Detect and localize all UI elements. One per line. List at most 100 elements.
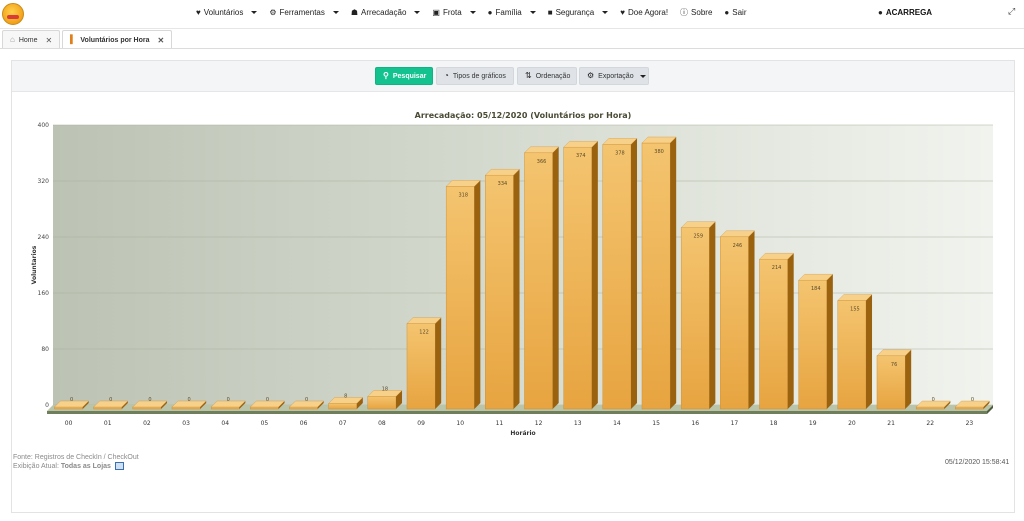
- data-label: 0: [971, 397, 974, 403]
- search-icon: ⚲: [383, 71, 389, 80]
- data-label: 0: [305, 397, 308, 403]
- menu-item-label: Doe Agora!: [628, 8, 669, 17]
- bar-chart-icon: ▍: [70, 35, 77, 44]
- data-label: 0: [148, 397, 151, 403]
- close-icon[interactable]: ✕: [158, 36, 165, 45]
- gear-icon: ⚙: [587, 71, 595, 80]
- data-label: 246: [733, 243, 743, 249]
- bar: [837, 300, 867, 410]
- heart-icon: ♥: [620, 7, 626, 17]
- bar: [250, 406, 279, 410]
- chevron-down-icon: [469, 11, 476, 14]
- data-label: 0: [932, 397, 935, 403]
- chart-types-button[interactable]: ◔ Tipos de gráficos: [436, 67, 514, 85]
- menu-item-label: Sobre: [691, 8, 713, 17]
- bus-icon: ▣: [432, 7, 440, 17]
- bar: [485, 174, 514, 410]
- report-toolbar: ⚲ Pesquisar ◔ Tipos de gráficos ⇅ Ordena…: [12, 61, 1014, 92]
- y-tick-label: 160: [38, 290, 50, 297]
- bar: [563, 147, 593, 410]
- user-name: ACARREGA: [885, 8, 933, 17]
- app-logo[interactable]: [2, 3, 24, 25]
- bar-top: [641, 136, 677, 144]
- data-label: 184: [811, 286, 821, 292]
- menu-item-8[interactable]: ● Sair: [724, 8, 746, 17]
- bar: [524, 152, 553, 410]
- sort-button[interactable]: ⇅ Ordenação: [517, 67, 577, 85]
- x-tick-label: 17: [731, 420, 739, 427]
- x-tick-label: 02: [143, 420, 151, 427]
- bar-side: [709, 221, 716, 409]
- bar: [132, 406, 162, 410]
- data-label: 318: [458, 192, 468, 198]
- x-tick-label: 07: [339, 420, 347, 427]
- search-button[interactable]: ⚲ Pesquisar: [375, 67, 433, 85]
- y-tick-label: 240: [38, 234, 50, 241]
- menu-item-label: Voluntários: [203, 8, 244, 17]
- bar-chart: Arrecadação: 05/12/2020 (Voluntários por…: [31, 111, 993, 437]
- y-tick-label: 320: [38, 178, 50, 185]
- x-tick-label: 20: [848, 420, 856, 427]
- user-menu[interactable]: ● ACARREGA: [878, 8, 932, 17]
- x-tick-label: 16: [691, 420, 699, 427]
- menu-item-7[interactable]: ⓘ Sobre: [680, 8, 712, 17]
- tab-bar: ⌂ Home ✕ ▍ Voluntários por Hora ✕: [0, 30, 173, 49]
- x-tick-label: 04: [221, 420, 229, 427]
- tab-volunteers-per-hour[interactable]: ▍ Voluntários por Hora ✕: [62, 30, 173, 49]
- x-tick-label: 03: [182, 420, 190, 427]
- bar: [955, 406, 984, 410]
- data-label: 380: [654, 149, 664, 155]
- bar: [602, 144, 632, 410]
- x-axis-title: Horário: [510, 430, 535, 437]
- bar-side: [905, 349, 912, 409]
- chevron-down-icon: [602, 11, 609, 14]
- bar: [54, 406, 83, 410]
- menu-item-1[interactable]: ⚙ Ferramentas: [269, 8, 339, 17]
- sort-label: Ordenação: [535, 72, 571, 80]
- bar-side: [866, 294, 873, 409]
- chevron-down-icon: [639, 74, 646, 78]
- menu-item-label: Sair: [732, 8, 747, 17]
- bar: [328, 403, 358, 410]
- bar: [641, 142, 671, 410]
- store-filter-icon[interactable]: [114, 462, 124, 471]
- menu-item-3[interactable]: ▣ Frota: [432, 7, 476, 17]
- bar-top: [445, 180, 481, 187]
- current-display: Exibição Atual: Todas as Lojas: [13, 462, 139, 471]
- data-label: 334: [498, 181, 508, 187]
- bar: [406, 323, 436, 410]
- x-tick-label: 10: [456, 420, 464, 427]
- bar-top: [759, 253, 795, 260]
- menu-item-label: Arrecadação: [361, 8, 407, 17]
- data-source: Fonte: Registros de CheckIn / CheckOut: [13, 454, 139, 461]
- bar-top: [484, 169, 520, 176]
- report-footer: Fonte: Registros de CheckIn / CheckOut E…: [13, 453, 139, 471]
- export-button[interactable]: ⚙ Exportação: [579, 67, 649, 85]
- y-tick-label: 400: [38, 122, 50, 129]
- home-icon: ⌂: [10, 35, 15, 44]
- menu-item-5[interactable]: ■ Segurança: [548, 8, 609, 17]
- menu-item-label: Frota: [442, 8, 462, 17]
- x-tick-label: 01: [104, 420, 112, 427]
- info-icon: ⓘ: [680, 7, 689, 17]
- x-tick-label: 08: [378, 420, 386, 427]
- menu-item-0[interactable]: ♥ Voluntários: [196, 8, 258, 17]
- bar: [798, 279, 828, 410]
- menu-item-2[interactable]: ☗ Arrecadação: [351, 8, 421, 17]
- pie-chart-icon: ◔: [444, 71, 449, 80]
- bar-side: [826, 274, 833, 409]
- search-button-label: Pesquisar: [392, 72, 427, 80]
- menu-item-6[interactable]: ♥ Doe Agora!: [620, 8, 668, 17]
- bar-side: [787, 253, 794, 409]
- menu-item-4[interactable]: ● Família: [488, 8, 536, 17]
- close-icon[interactable]: ✕: [46, 36, 53, 45]
- tab-home[interactable]: ⌂ Home ✕: [2, 30, 61, 49]
- fullscreen-icon[interactable]: ⤢: [1008, 6, 1015, 17]
- x-tick-label: 12: [535, 420, 543, 427]
- bar-top: [406, 317, 442, 324]
- bar-side: [552, 146, 559, 410]
- chart-floor-edge: [47, 411, 987, 414]
- x-tick-label: 23: [966, 420, 974, 427]
- users-icon: ●: [487, 7, 493, 17]
- bar: [445, 186, 475, 410]
